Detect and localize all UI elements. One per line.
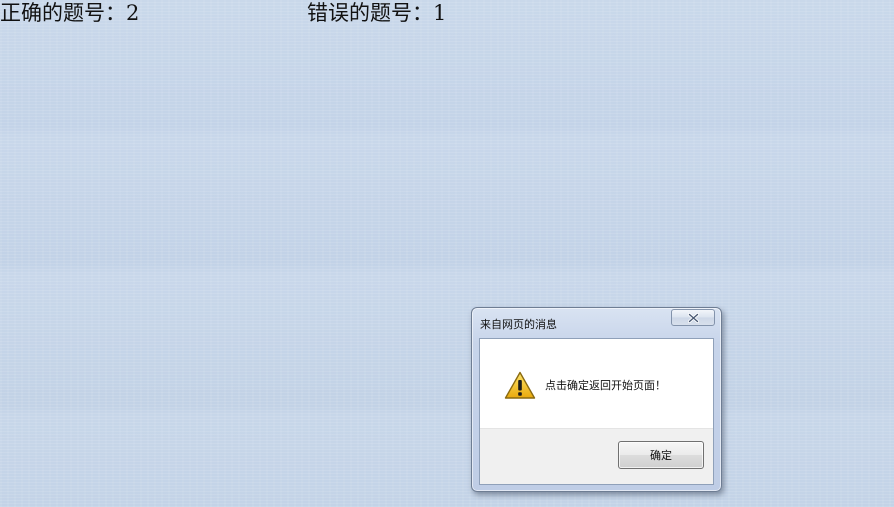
warning-icon bbox=[504, 371, 536, 399]
close-icon bbox=[687, 312, 699, 323]
dialog-message-area: 点击确定返回开始页面！ bbox=[480, 339, 713, 431]
dialog-titlebar[interactable]: 来自网页的消息 bbox=[472, 308, 721, 337]
dialog-title: 来自网页的消息 bbox=[480, 318, 557, 331]
dialog-message: 点击确定返回开始页面！ bbox=[545, 379, 666, 392]
dialog-content: 点击确定返回开始页面！ 确定 bbox=[479, 338, 714, 485]
message-dialog: 来自网页的消息 点击确定返回开始页面！ 确定 bbox=[471, 307, 722, 492]
close-button[interactable] bbox=[671, 309, 715, 326]
correct-answers-text: 正确的题号：2 bbox=[0, 1, 140, 25]
wrong-answers-text: 错误的题号：1 bbox=[307, 1, 447, 25]
dialog-button-bar: 确定 bbox=[480, 428, 713, 484]
ok-button[interactable]: 确定 bbox=[618, 441, 704, 469]
